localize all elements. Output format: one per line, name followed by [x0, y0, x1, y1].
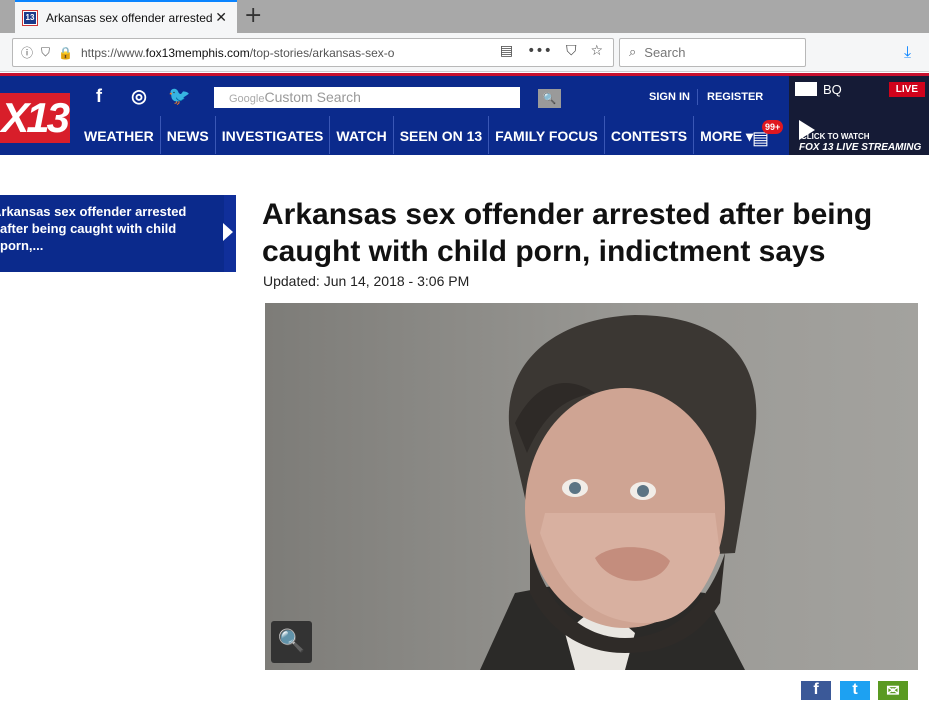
share-email-button[interactable]: ✉ — [878, 681, 908, 700]
nav-item-weather[interactable]: WEATHER — [78, 116, 161, 154]
page-actions-icon[interactable]: ••• — [527, 43, 552, 59]
url-text[interactable]: https://www.fox13memphis.com/top-stories… — [81, 46, 451, 60]
live-stream-panel[interactable]: BQ LIVE CLICK TO WATCH FOX 13 LIVE STREA… — [789, 76, 929, 155]
facebook-icon[interactable]: f — [88, 86, 110, 107]
article-headline: Arkansas sex offender arrested after bei… — [262, 198, 873, 268]
search-icon: ⌕ — [629, 45, 637, 60]
click-to-watch-label: CLICK TO WATCH — [801, 132, 870, 141]
google-brand: Google — [229, 93, 265, 105]
site-search-button[interactable]: 🔍 — [538, 89, 561, 108]
bq-label: BQ — [795, 82, 842, 97]
nav-item-seen-on-13[interactable]: SEEN ON 13 — [394, 116, 490, 154]
screen-icon — [795, 82, 817, 96]
live-streaming-label: FOX 13 LIVE STREAMING — [799, 142, 922, 153]
url-actions: ▤ ••• ⛉ ☆ — [500, 43, 603, 59]
url-bar[interactable]: ⓘ ⛉ 🔒 https://www.fox13memphis.com/top-s… — [12, 38, 614, 67]
download-icon[interactable]: ⤓ — [904, 42, 911, 62]
bookmark-star-icon[interactable]: ☆ — [590, 43, 603, 59]
site-favicon-icon: 13 — [22, 9, 38, 26]
sidebar-arrow-icon[interactable] — [223, 223, 233, 241]
nav-item-news[interactable]: NEWS — [161, 116, 216, 154]
header-divider — [697, 89, 698, 105]
site-header: X13 f ◎ 🐦 GoogleCustom Search 🔍 SIGN IN … — [0, 73, 929, 155]
zoom-image-button[interactable]: 🔍 — [271, 621, 312, 663]
search-placeholder: Search — [644, 45, 686, 60]
url-domain: fox13memphis.com — [145, 45, 250, 60]
browser-toolbar: ⓘ ⛉ 🔒 https://www.fox13memphis.com/top-s… — [0, 33, 929, 72]
site-search-placeholder: Custom Search — [264, 89, 361, 105]
nav-item-investigates[interactable]: INVESTIGATES — [216, 116, 331, 154]
tracking-shield-icon[interactable]: ⛉ — [41, 45, 50, 60]
nav-item-family-focus[interactable]: FAMILY FOCUS — [489, 116, 605, 154]
article-photo[interactable] — [265, 303, 918, 670]
browser-tab[interactable]: 13 Arkansas sex offender arrested a ✕ — [15, 0, 237, 33]
share-facebook-button[interactable]: f — [801, 681, 831, 700]
nav-item-contests[interactable]: CONTESTS — [605, 116, 695, 154]
new-tab-button[interactable]: + — [244, 3, 262, 28]
sidebar-story-text: Arkansas sex offender arrested after bei… — [0, 204, 187, 253]
notification-badge: 99+ — [762, 120, 784, 134]
url-path: /top-stories/arkansas-sex-o — [249, 45, 395, 60]
sidebar-story-card[interactable]: Arkansas sex offender arrested after bei… — [0, 195, 236, 272]
fox13-logo[interactable]: X13 — [0, 93, 70, 143]
reader-view-icon[interactable]: ▤ — [500, 43, 513, 59]
mugshot-image — [265, 303, 918, 670]
close-tab-icon[interactable]: ✕ — [215, 9, 227, 26]
sign-in-link[interactable]: SIGN IN — [649, 91, 690, 103]
register-link[interactable]: REGISTER — [707, 91, 763, 103]
nav-item-watch[interactable]: WATCH — [330, 116, 394, 154]
main-nav: WEATHER NEWS INVESTIGATES WATCH SEEN ON … — [78, 116, 759, 154]
nav-item-more[interactable]: MORE ▾ — [694, 116, 759, 154]
social-links: f ◎ 🐦 — [88, 86, 190, 107]
live-badge: LIVE — [888, 82, 925, 97]
site-search-input[interactable]: GoogleCustom Search — [214, 87, 520, 108]
pocket-icon[interactable]: ⛉ — [566, 43, 577, 59]
info-icon[interactable]: ⓘ — [21, 44, 33, 61]
twitter-icon[interactable]: 🐦 — [168, 86, 190, 107]
instagram-icon[interactable]: ◎ — [128, 86, 150, 107]
url-prefix: https://www. — [80, 45, 146, 60]
browser-search-field[interactable]: ⌕ Search — [619, 38, 806, 67]
browser-tab-strip: 13 Arkansas sex offender arrested a ✕ + — [0, 0, 929, 33]
article-updated-time: Updated: Jun 14, 2018 - 3:06 PM — [263, 273, 470, 289]
lock-icon[interactable]: 🔒 — [58, 46, 73, 60]
bq-text: BQ — [823, 82, 842, 97]
share-twitter-button[interactable]: t — [840, 681, 870, 700]
tab-title: Arkansas sex offender arrested a — [46, 10, 216, 25]
